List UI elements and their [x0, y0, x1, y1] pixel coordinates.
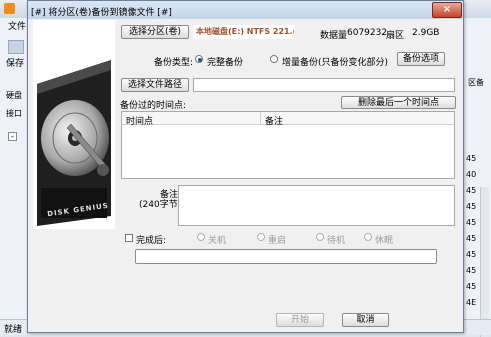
restart-label: 重启: [268, 236, 287, 246]
column-divider: [260, 112, 261, 125]
disk-label: 硬盘: [6, 91, 22, 100]
cancel-button[interactable]: 取消: [342, 313, 389, 327]
sectors-unit: 扇区: [386, 31, 405, 41]
select-file-path-button[interactable]: 选择文件路径: [121, 78, 189, 92]
partition-info: 本地磁盘(E:) NTFS 221.(: [193, 25, 294, 39]
incremental-backup-label[interactable]: 增量备份(只备份变化部分): [282, 55, 388, 68]
shutdown-label: 关机: [208, 236, 227, 246]
full-backup-label[interactable]: 完整备份: [207, 55, 243, 68]
disk-genius-artwork: DISK GENIUS: [33, 20, 115, 229]
select-partition-button[interactable]: 选择分区(卷): [121, 25, 189, 39]
right-value-label: 4E: [466, 298, 477, 307]
standby-radio[interactable]: [316, 233, 324, 241]
standby-label: 待机: [327, 236, 346, 246]
column-header-time-point[interactable]: 时间点: [126, 114, 153, 127]
hibernate-radio[interactable]: [364, 233, 372, 241]
dialog-title-bar[interactable]: [#] 将分区(卷)备份到镜像文件 [#] ×: [28, 1, 463, 19]
right-value-label: 45: [466, 234, 477, 243]
background-right-panel: 区备 45 40 45 45 45 45 45 45 45 4E: [462, 32, 491, 337]
background-scrollbar[interactable]: [480, 187, 489, 337]
save-toolbar-icon[interactable]: [8, 40, 24, 54]
progress-bar: [135, 249, 437, 264]
size-value: 2.9GB: [412, 28, 440, 38]
right-value-label: 45: [466, 282, 477, 291]
right-value-label: 45: [466, 266, 477, 275]
menu-file-partial[interactable]: 文件: [8, 19, 26, 32]
right-value-label: 45: [466, 218, 477, 227]
time-points-table[interactable]: 时间点 备注: [121, 111, 455, 179]
backup-type-label: 备份类型:: [154, 58, 194, 68]
file-path-field[interactable]: [193, 78, 455, 92]
right-value-label: 45: [466, 186, 477, 195]
note-textarea[interactable]: [178, 185, 455, 226]
hibernate-label: 休眠: [375, 236, 394, 246]
sectors-label: 数据量: [320, 31, 348, 41]
save-toolbar-label: 保存: [6, 59, 25, 69]
restart-radio[interactable]: [257, 233, 265, 241]
interface-label: 接口: [6, 109, 22, 118]
backup-dialog: [#] 将分区(卷)备份到镜像文件 [#] × DISK GENIUS 选择分区…: [27, 0, 464, 333]
right-top-label: 区备: [468, 78, 484, 87]
backed-up-points-label: 备份过的时间点:: [120, 101, 187, 111]
full-backup-radio[interactable]: [195, 55, 203, 63]
right-value-label: 45: [466, 250, 477, 259]
table-header: 时间点 备注: [122, 112, 454, 127]
background-left-panel: 保存 硬盘 接口 -: [0, 32, 30, 335]
delete-last-point-button[interactable]: 删除最后一个时间点: [341, 96, 456, 109]
right-value-label: 45: [466, 202, 477, 211]
incremental-backup-radio[interactable]: [270, 55, 278, 63]
right-value-label: 45: [466, 154, 477, 163]
after-done-label: 完成后:: [136, 236, 167, 246]
backup-options-button[interactable]: 备份选项: [397, 52, 445, 66]
start-button[interactable]: 开始: [276, 313, 324, 327]
sectors-value: 6079232: [347, 28, 388, 38]
note-hint: (240字节): [139, 200, 182, 210]
tree-expand-icon[interactable]: -: [8, 132, 17, 141]
app-icon: [4, 3, 15, 14]
column-header-note[interactable]: 备注: [265, 114, 283, 127]
right-value-label: 40: [466, 170, 477, 179]
dialog-title: [#] 将分区(卷)备份到镜像文件 [#]: [31, 8, 172, 18]
status-text: 就绪: [4, 325, 23, 335]
after-done-checkbox[interactable]: [125, 234, 133, 242]
shutdown-radio[interactable]: [197, 233, 205, 241]
hard-disk-icon: [33, 20, 115, 229]
close-button[interactable]: ×: [432, 2, 462, 18]
